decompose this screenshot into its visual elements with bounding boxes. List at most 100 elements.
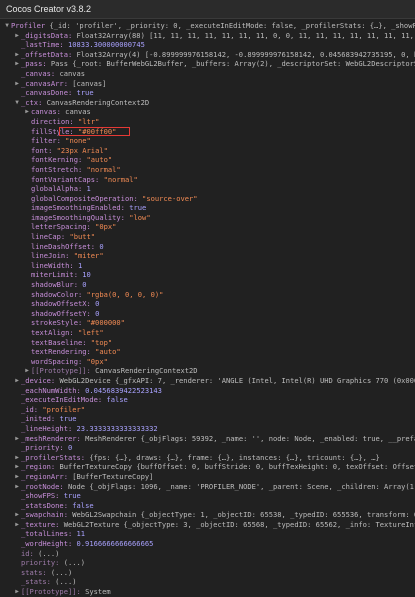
property-key: _pass:	[21, 59, 47, 69]
property-key: fontStretch:	[31, 164, 83, 174]
property-key: [[Prototype]]:	[31, 366, 91, 376]
collapsed-triangle-icon[interactable]: ▶	[14, 453, 20, 463]
property-row: _canvas: canvas	[0, 69, 415, 79]
property-row[interactable]: ▶ _profilerStats: {fps: {…}, draws: {…}, …	[0, 453, 415, 463]
collapsed-triangle-icon[interactable]: ▶	[14, 434, 20, 444]
property-row[interactable]: ▶ _rootNode: Node {_objFlags: 1096, _name…	[0, 482, 415, 492]
property-key: globalAlpha:	[31, 184, 83, 194]
property-row[interactable]: ▶ _regionArr: [BufferTextureCopy]	[0, 472, 415, 482]
property-key: _profilerStats:	[21, 452, 86, 462]
property-row: _canvasDone: true	[0, 88, 415, 98]
property-key: _statsDone:	[21, 500, 68, 510]
property-row: fontStretch: "normal"	[0, 165, 415, 175]
property-key: strokeStyle:	[31, 318, 83, 328]
property-row: lineWidth: 1	[0, 261, 415, 271]
property-row[interactable]: ▶ _texture: WebGL2Texture {_objectType: 3…	[0, 520, 415, 530]
property-value: "miter"	[69, 251, 104, 261]
collapsed-triangle-icon[interactable]: ▶	[14, 31, 20, 41]
property-row[interactable]: ▶ [[Prototype]]: System	[0, 587, 415, 597]
property-value: "none"	[60, 136, 91, 146]
property-row[interactable]: ▶ _canvasArr: [canvas]	[0, 79, 415, 89]
property-row[interactable]: ▶ _swapchain: WebGL2Swapchain {_objectTyp…	[0, 510, 415, 520]
property-key: _id:	[21, 404, 39, 414]
property-value: 0.9166666666666665	[72, 539, 154, 549]
property-value: "0px"	[90, 222, 117, 232]
collapsed-triangle-icon[interactable]: ▶	[14, 59, 20, 69]
property-row[interactable]: ▶ _device: WebGL2Device {_gfxAPI: 7, _ren…	[0, 376, 415, 386]
object-inspector-tree[interactable]: ▼ Profiler {_id: 'profiler', _priority: 0…	[0, 19, 415, 597]
property-key: imageSmoothingQuality:	[31, 212, 125, 222]
property-row[interactable]: ▶ _digitsData: Float32Array(88) [11, 11, …	[0, 31, 415, 41]
property-row: imageSmoothingEnabled: true	[0, 203, 415, 213]
collapsed-triangle-icon[interactable]: ▶	[14, 482, 20, 492]
property-value: true	[124, 203, 147, 213]
property-value: WebGL2Texture {_objectType: 3, _objectID…	[63, 519, 415, 529]
property-row: filter: "none"	[0, 136, 415, 146]
property-value: 0	[90, 299, 100, 309]
collapsed-triangle-icon[interactable]: ▶	[14, 462, 20, 472]
property-row[interactable]: ▶ _meshRenderer: MeshRenderer {_objFlags:…	[0, 434, 415, 444]
collapsed-triangle-icon[interactable]: ▶	[14, 50, 20, 60]
property-key: textAlign:	[31, 328, 74, 337]
property-value: (...)	[33, 548, 60, 558]
collapsed-triangle-icon[interactable]: ▶	[14, 376, 20, 386]
property-value: {fps: {…}, draws: {…}, frame: {…}, insta…	[85, 452, 380, 462]
property-key: fontKerning:	[31, 155, 83, 165]
property-key: filter:	[31, 136, 61, 146]
property-value: false	[102, 395, 128, 405]
property-key: textRendering:	[31, 347, 91, 357]
property-row[interactable]: ▶ [[Prototype]]: CanvasRenderingContext2D	[0, 366, 415, 376]
property-row: globalCompositeOperation: "source-over"	[0, 194, 415, 204]
property-row[interactable]: ▶ _offsetData: Float32Array(4) [-0.899999…	[0, 50, 415, 60]
property-row[interactable]: ▼ Profiler {_id: 'profiler', _priority: 0…	[0, 21, 415, 31]
property-key: _texture:	[21, 519, 60, 529]
collapsed-triangle-icon[interactable]: ▶	[14, 79, 20, 89]
property-row[interactable]: ▶ _region: BufferTextureCopy {buffOffset:…	[0, 462, 415, 472]
property-value: 0	[77, 280, 87, 290]
property-value: Float32Array(88) [11, 11, 11, 11, 11, 11…	[76, 30, 415, 40]
property-value: 11	[72, 529, 86, 539]
property-key: lineJoin:	[31, 251, 70, 261]
property-value: CanvasRenderingContext2D	[90, 366, 198, 376]
property-key: _showFPS:	[21, 491, 60, 501]
property-row: globalAlpha: 1	[0, 184, 415, 194]
expanded-triangle-icon[interactable]: ▼	[14, 98, 20, 108]
property-key: _regionArr:	[21, 471, 68, 481]
property-value: 1	[82, 184, 91, 194]
property-value: Float32Array(4) [-0.899999976158142, -0.…	[76, 49, 415, 59]
property-key: _priority:	[21, 443, 64, 453]
property-row[interactable]: ▼ _ctx: CanvasRenderingContext2D	[0, 98, 415, 108]
property-value: Pass {_root: BufferWebGL2Buffer, _buffer…	[50, 59, 415, 69]
collapsed-triangle-icon[interactable]: ▶	[24, 366, 30, 376]
property-value: [canvas]	[67, 78, 107, 88]
property-key: _executeInEditMode:	[21, 395, 103, 405]
collapsed-triangle-icon[interactable]: ▶	[14, 510, 20, 520]
property-row: imageSmoothingQuality: "low"	[0, 213, 415, 223]
property-row: textBaseline: "top"	[0, 338, 415, 348]
property-key: Profiler	[11, 21, 46, 30]
property-key: _meshRenderer:	[21, 433, 81, 443]
collapsed-triangle-icon[interactable]: ▶	[14, 472, 20, 482]
property-value: false	[67, 500, 94, 510]
property-row: textRendering: "auto"	[0, 347, 415, 357]
property-value: WebGL2Device {_gfxAPI: 7, _renderer: 'AN…	[59, 375, 415, 385]
property-value: "profiler"	[38, 404, 86, 414]
property-row: lineCap: "butt"	[0, 232, 415, 242]
property-value: "source-over"	[137, 193, 198, 203]
property-row[interactable]: ▶ _pass: Pass {_root: BufferWebGL2Buffer,…	[0, 59, 415, 69]
property-value: "#000000"	[82, 318, 125, 328]
property-row: direction: "ltr"	[0, 117, 415, 127]
property-value: 1	[73, 260, 83, 270]
property-key: fontVariantCaps:	[31, 174, 100, 184]
property-row: _statsDone: false	[0, 501, 415, 511]
property-row: lineDashOffset: 0	[0, 242, 415, 252]
collapsed-triangle-icon[interactable]: ▶	[14, 520, 20, 530]
property-row[interactable]: ▶ canvas: canvas	[0, 107, 415, 117]
collapsed-triangle-icon[interactable]: ▶	[24, 107, 30, 117]
expanded-triangle-icon[interactable]: ▼	[4, 21, 10, 31]
property-key: stats:	[21, 567, 47, 577]
property-row: id: (...)	[0, 549, 415, 559]
property-key: id:	[21, 548, 34, 558]
collapsed-triangle-icon[interactable]: ▶	[14, 587, 20, 597]
property-key: letterSpacing:	[31, 222, 91, 232]
